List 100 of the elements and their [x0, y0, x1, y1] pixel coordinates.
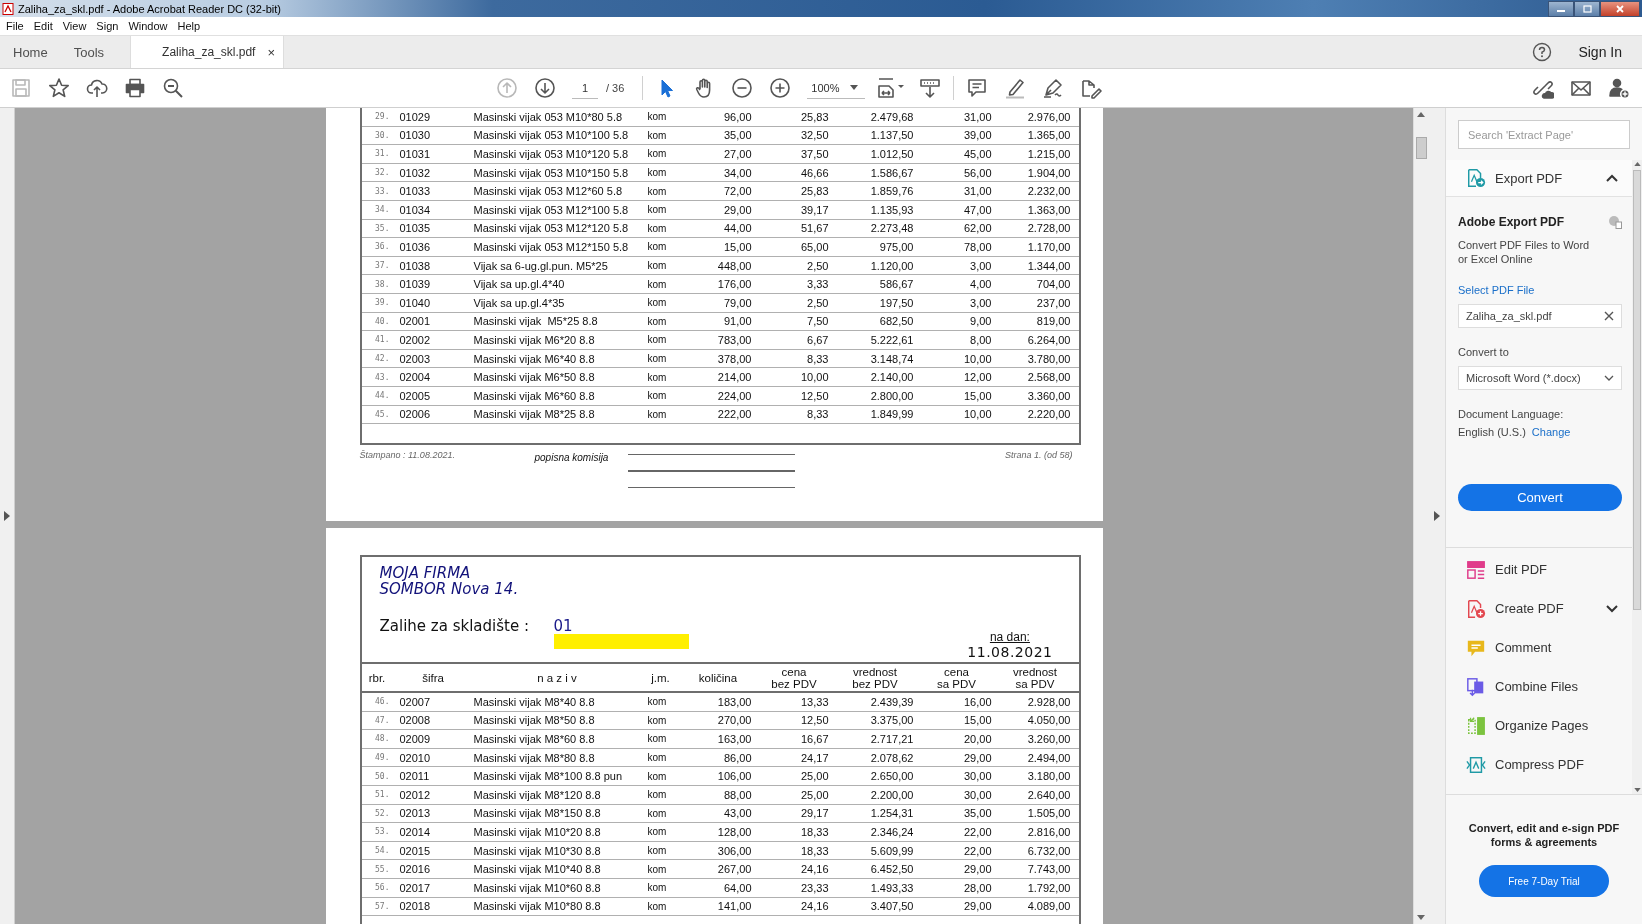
menu-item[interactable]: Help	[172, 20, 206, 32]
row-number: 51.	[374, 790, 391, 800]
table-cell-text: 24,16	[799, 900, 830, 913]
tool-item[interactable]: Edit PDF	[1446, 550, 1632, 589]
row-number: 31.	[374, 149, 391, 159]
free-trial-button[interactable]: Free 7-Day Trial	[1479, 865, 1609, 897]
table-cell-text: 8,00	[969, 333, 993, 346]
table-cell-text: kom	[646, 770, 668, 782]
chevron-icon	[1604, 375, 1614, 381]
table-cell-text: 8,33	[806, 408, 830, 421]
zoom-dropdown[interactable]: 100%	[807, 77, 866, 99]
table-cell-text: 02014	[398, 825, 432, 838]
chevron-icon[interactable]	[1606, 174, 1618, 182]
table-cell-text: 28,00	[962, 881, 993, 894]
table-cell-text: kom	[646, 185, 668, 197]
table-cell-text: 2.816,00	[1026, 825, 1072, 838]
date-value: 11.08.2021	[967, 644, 1053, 660]
table-cell-text: 01030	[398, 129, 432, 142]
row-number: 33.	[374, 186, 391, 196]
menu-item[interactable]: File	[1, 20, 29, 32]
table-cell-text: 88,00	[722, 788, 753, 801]
tab[interactable]: Tools	[60, 36, 118, 68]
table-cell-text: kom	[646, 278, 668, 290]
table-cell-text: 3.180,00	[1026, 770, 1072, 783]
tool-item[interactable]: Combine Files	[1446, 667, 1632, 706]
table-cell-text: 3.260,00	[1026, 733, 1072, 745]
maximize-button[interactable]	[1574, 0, 1600, 17]
expand-arrow-icon[interactable]	[1433, 511, 1440, 521]
menu-item[interactable]: View	[57, 20, 92, 32]
tab-close-button[interactable]: ×	[267, 44, 276, 60]
row-number: 53.	[374, 827, 391, 837]
section-heading: Adobe Export PDF	[1458, 215, 1564, 229]
menu-item[interactable]: Edit	[28, 20, 58, 32]
table-cell-text: kom	[646, 204, 668, 216]
menu-item[interactable]: Window	[123, 20, 173, 32]
search-field[interactable]: Search 'Extract Page'	[1458, 120, 1630, 149]
export-pdf-header[interactable]: Export PDF	[1446, 160, 1632, 197]
scroll-thumb[interactable]	[1415, 137, 1427, 159]
table-cell-text: 02010	[398, 751, 432, 764]
tab[interactable]: Zaliha_za_skl.pdf ×	[130, 36, 285, 68]
scrollbar[interactable]	[1413, 108, 1428, 924]
table-cell-text: 2.078,62	[869, 751, 915, 764]
tool-item[interactable]: Comment	[1446, 628, 1632, 667]
file-field[interactable]: Zaliha_za_skl.pdf	[1458, 304, 1622, 328]
page-total: / 36	[606, 82, 625, 94]
format-dropdown[interactable]: Microsoft Word (*.docx)	[1458, 366, 1622, 390]
table-cell-text: Masinski vijak M10*80 8.8	[473, 900, 602, 913]
column-header: cena sa PDV	[936, 665, 977, 690]
table-cell-text: 1.904,00	[1026, 166, 1072, 179]
table-cell-text: 1.344,00	[1026, 259, 1072, 272]
language-label: Document Language:	[1458, 408, 1565, 420]
table-cell-text: 270,00	[716, 714, 753, 727]
row-number: 30.	[374, 130, 391, 140]
tab[interactable]: Home	[0, 36, 61, 68]
scroll-thumb[interactable]	[1633, 170, 1641, 610]
tool-item[interactable]: Organize Pages	[1446, 706, 1632, 745]
table-cell-text: 02009	[398, 733, 432, 745]
table-cell-text: 3.360,00	[1026, 389, 1072, 402]
table-cell-text: 39,17	[799, 203, 830, 216]
table-cell-text: kom	[646, 789, 668, 801]
table-cell-text: Masinski vijak M10*20 8.8	[473, 825, 602, 838]
table-cell-text: Masinski vijak 053 M10*80 5.8	[473, 110, 624, 123]
table-cell-text: 01038	[398, 259, 432, 272]
help-icon[interactable]	[1532, 42, 1553, 62]
table-cell-text: 3,00	[969, 259, 993, 272]
tool-item[interactable]: Create PDF	[1446, 589, 1632, 628]
table-cell-text: 35,00	[722, 129, 753, 142]
table-cell-text: 24,17	[799, 751, 830, 764]
table-cell-text: 25,83	[799, 185, 830, 198]
sign-in-button[interactable]: Sign In	[1578, 36, 1622, 68]
row-number: 56.	[374, 883, 391, 893]
chevron-icon[interactable]	[1606, 604, 1618, 613]
table-cell-text: 12,00	[962, 371, 993, 384]
table-cell-text: 01031	[398, 148, 432, 160]
table-cell-text: 39,00	[962, 129, 993, 142]
menu-item[interactable]: Sign	[91, 20, 124, 32]
table-cell-text: Masinski vijak M6*40 8.8	[473, 352, 596, 365]
column-header: vrednost sa PDV	[1011, 665, 1059, 690]
tool-item[interactable]: Compress PDF	[1446, 745, 1632, 784]
scroll-down-icon[interactable]	[1633, 788, 1641, 792]
pdf-icon	[2, 2, 14, 15]
table-cell-text: Masinski vijak M6*50 8.8	[473, 371, 596, 384]
convert-button[interactable]: Convert	[1458, 484, 1622, 511]
table-cell-text: 02004	[398, 371, 432, 384]
table-cell-text: kom	[646, 807, 668, 819]
table-cell-text: 02015	[398, 844, 432, 857]
clear-icon[interactable]	[1604, 311, 1614, 321]
minimize-button[interactable]	[1548, 0, 1574, 17]
table-cell-text: 819,00	[1035, 315, 1072, 328]
scroll-down-icon[interactable]	[1417, 915, 1425, 920]
table-cell-text: Masinski vijak M6*20 8.8	[473, 333, 596, 346]
scroll-up-icon[interactable]	[1633, 162, 1641, 166]
change-link[interactable]: Change	[1531, 426, 1571, 438]
scroll-up-icon[interactable]	[1417, 112, 1425, 117]
table-cell-text: kom	[646, 241, 668, 253]
select-file-link[interactable]: Select PDF File	[1458, 284, 1622, 296]
close-button[interactable]	[1600, 0, 1640, 17]
expand-arrow-icon[interactable]	[4, 511, 10, 521]
table-cell-text: kom	[646, 390, 668, 402]
scrollbar[interactable]	[1632, 160, 1642, 794]
